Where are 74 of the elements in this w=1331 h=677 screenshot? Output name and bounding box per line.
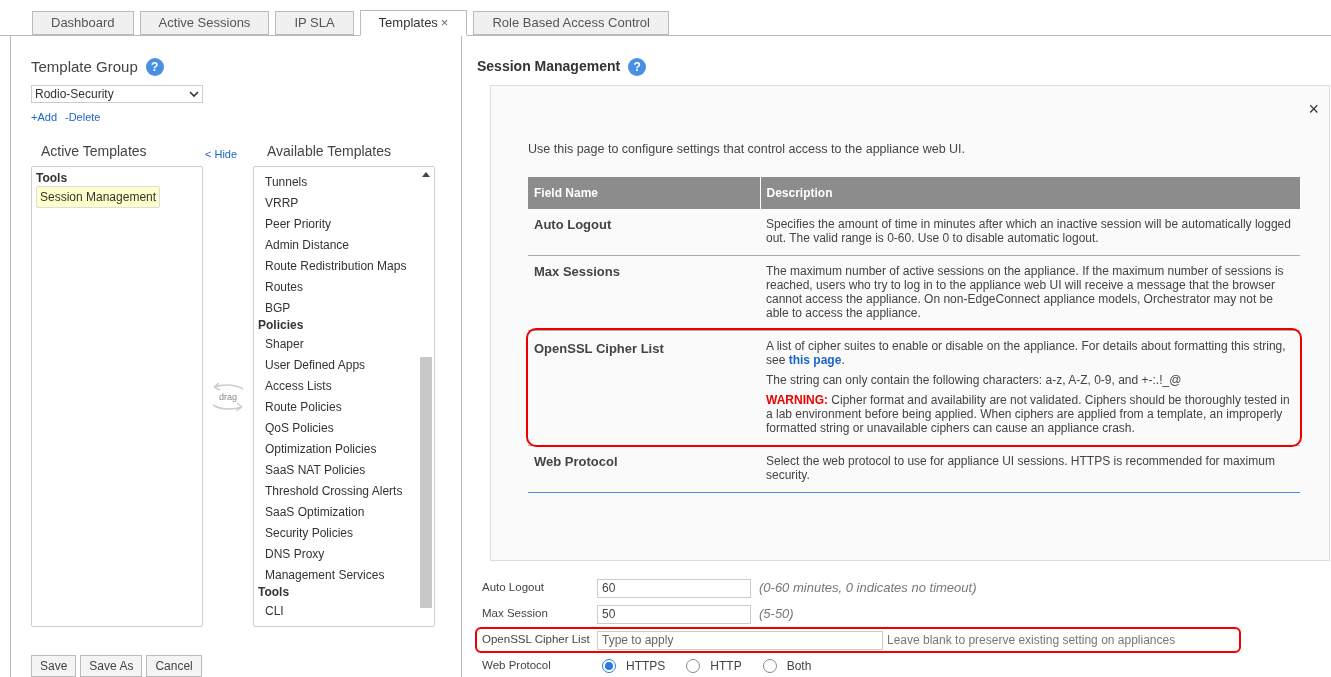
template-item[interactable]: SaaS Optimization [265, 502, 365, 521]
hide-link[interactable]: < Hide [205, 145, 253, 162]
section-title: Session Management [477, 57, 621, 76]
tab[interactable]: Role Based Access Control [473, 11, 669, 35]
hint-text: (0-60 minutes, 0 indicates no timeout) [759, 579, 977, 598]
field-name: Max Sessions [534, 263, 620, 279]
description-text: The maximum number of active sessions on the appliance. If the maximum number of sessions is reached, users who try to log in to the appliance web UI will receive a message that the browser cannot access the appliance. On non-EdgeConnect appliance models, Orchestrator may not be able to access the appliance. [766, 263, 1285, 320]
template-item[interactable]: Routes [265, 277, 304, 296]
description-text: A list of cipher suites to enable or disable on the appliance. For details about formatting this string, see this page. [766, 338, 1287, 367]
template-item[interactable]: User Defined Apps [265, 355, 366, 374]
scroll-up-icon[interactable] [422, 172, 430, 177]
field-label: Web Protocol [481, 658, 552, 674]
input-field[interactable]: 60 [597, 578, 751, 598]
template-item[interactable]: CLI [265, 601, 284, 620]
close-button[interactable]: × [1308, 96, 1319, 123]
description-text: WARNING: Cipher format and availability are not validated. Ciphers should be thoroughly tested in a lab environment before being applied. When ciphers are applied from a template, an improperly formatted string or unavailable ciphers can cause an appliance crash. [766, 392, 1291, 435]
add-link[interactable]: +Add [31, 108, 57, 125]
template-item[interactable]: Admin Distance [265, 235, 350, 254]
field-name: OpenSSL Cipher List [534, 340, 664, 356]
field-label: Auto Logout [481, 580, 546, 596]
template-item[interactable]: Shaper [265, 334, 304, 353]
action-button[interactable]: Save [31, 655, 77, 677]
template-item[interactable]: Route Policies [265, 397, 342, 416]
description-text: The string can only contain the following characters: a-z, A-Z, 0-9, and +-:.!_@ [766, 372, 1183, 387]
template-item[interactable]: Management Services [265, 565, 385, 584]
tab[interactable]: Active Sessions [139, 11, 270, 35]
template-item[interactable]: Security Policies [265, 523, 354, 542]
scrollbar[interactable] [418, 167, 434, 626]
radio-button[interactable] [686, 659, 701, 673]
field-label: Max Session [481, 606, 549, 622]
template-item[interactable]: Peer Priority [265, 214, 332, 233]
column-header: Description [760, 176, 1300, 209]
delete-link[interactable]: -Delete [65, 108, 101, 125]
template-item[interactable]: Tunnels [265, 172, 308, 191]
group-heading: Policies [258, 318, 305, 333]
tab[interactable]: IP SLA [275, 11, 354, 35]
radio-label[interactable]: Both [786, 657, 812, 675]
list-heading: Available Templates [266, 142, 391, 161]
template-item[interactable]: Threshold Crossing Alerts [265, 481, 403, 500]
template-item[interactable]: Access Lists [265, 376, 332, 395]
action-button[interactable]: Cancel [146, 655, 202, 677]
radio-label[interactable]: HTTP [710, 657, 742, 675]
template-item[interactable]: Optimization Policies [265, 439, 377, 458]
intro-text: Use this page to configure settings that control access to the appliance web UI. [528, 141, 967, 158]
template-item[interactable]: SaaS NAT Policies [265, 460, 366, 479]
template-item[interactable]: QoS Policies [265, 418, 334, 437]
field-name: Web Protocol [534, 453, 618, 469]
template-group-label: Template Group [31, 57, 138, 77]
template-item[interactable]: VRRP [265, 193, 299, 212]
description-text: Specifies the amount of time in minutes after which an inactive session will be automatically logged out. The valid range is 0-60. Use 0 to disable automatic logout. [766, 216, 1292, 245]
field-label: OpenSSL Cipher List [481, 632, 591, 648]
group-heading: Tools [258, 585, 291, 600]
chevron-down-icon [189, 89, 199, 98]
tab[interactable]: Dashboard [32, 11, 134, 35]
template-group-select[interactable]: Rodio-Security [31, 84, 203, 103]
close-icon[interactable]: × [440, 13, 449, 33]
column-header: Field Name [528, 176, 760, 209]
hint-text: (5-50) [759, 605, 794, 624]
radio-button[interactable] [602, 659, 616, 673]
template-item[interactable]: BGP [265, 298, 291, 317]
input-field[interactable]: 50 [597, 604, 751, 624]
action-button[interactable]: Save As [80, 655, 143, 677]
radio-button[interactable] [762, 659, 777, 673]
tab[interactable]: Templates × [359, 10, 468, 36]
list-heading: Active Templates [40, 142, 148, 161]
hint-text: Leave blank to preserve existing setting on appliances [887, 632, 1176, 649]
description-text: Select the web protocol to use for appliance UI sessions. HTTPS is recommended for maximum security. [766, 453, 1276, 482]
template-item[interactable]: Route Redistribution Maps [265, 256, 407, 275]
template-item[interactable]: Session Management [36, 185, 161, 208]
group-heading: Tools [36, 171, 69, 186]
template-item[interactable]: DNS Proxy [265, 544, 325, 563]
input-field[interactable]: Type to apply [597, 630, 883, 650]
field-name: Auto Logout [534, 216, 612, 232]
radio-label[interactable]: HTTPS [626, 657, 666, 675]
